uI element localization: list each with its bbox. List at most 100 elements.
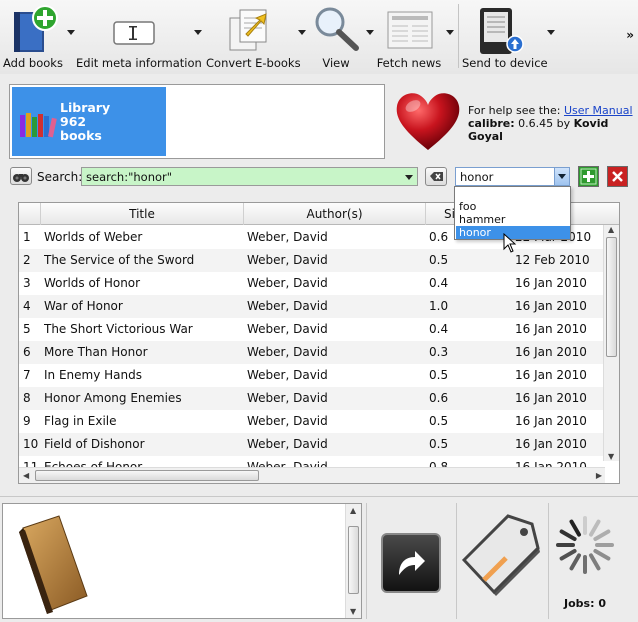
convert-dropdown-icon[interactable] — [298, 30, 306, 35]
add-books-button[interactable]: Add books — [0, 0, 66, 72]
cover-scroll-thumb[interactable] — [348, 526, 359, 594]
cell-author: Weber, David — [247, 299, 328, 313]
saved-search-dropdown-icon[interactable] — [554, 168, 569, 185]
row-number: 3 — [23, 276, 31, 290]
cell-size: 0.3 — [429, 345, 449, 359]
scroll-right-icon[interactable]: ▶ — [596, 471, 602, 480]
delete-search-button[interactable] — [607, 166, 628, 187]
send-to-device-dropdown-icon[interactable] — [547, 30, 555, 35]
row-number: 7 — [23, 368, 31, 382]
scroll-down-icon[interactable]: ▼ — [608, 452, 614, 461]
jump-to-book-button[interactable] — [381, 533, 441, 593]
library-text: Library 962 books — [60, 101, 110, 143]
row-number: 2 — [23, 253, 31, 267]
book-cover-panel: ▲ ▼ — [2, 503, 362, 619]
scroll-left-icon[interactable]: ◀ — [23, 471, 29, 480]
donate-heart-icon[interactable] — [393, 88, 463, 154]
pane-separator — [366, 503, 367, 619]
edit-meta-dropdown-icon[interactable] — [194, 30, 202, 35]
library-location[interactable]: Library 962 books — [12, 87, 166, 156]
column-header-size[interactable]: Si — [426, 203, 456, 225]
fetch-news-dropdown-icon[interactable] — [446, 30, 454, 35]
spinner-spoke — [559, 529, 577, 541]
help-prefix: For help see the: — [468, 104, 561, 117]
table-row[interactable]: 6 More Than Honor Weber, David 0.3 16 Jan 20… — [19, 341, 603, 364]
table-row[interactable]: 10 Field of Dishonor Weber, David 0.5 16 Jan… — [19, 433, 603, 456]
table-row[interactable]: 8 Honor Among Enemies Weber, David 0.6 16 Ja… — [19, 387, 603, 410]
convert-icon — [229, 9, 267, 51]
scroll-down-icon[interactable]: ▼ — [350, 607, 356, 616]
mouse-cursor-icon — [503, 233, 517, 253]
vertical-scroll-thumb[interactable] — [606, 237, 617, 357]
tag-icon[interactable] — [462, 506, 546, 602]
saved-search-select[interactable]: honor — [455, 167, 570, 186]
user-manual-link[interactable]: User Manual — [564, 104, 633, 117]
cell-date: 16 Jan 2010 — [515, 299, 587, 313]
search-history-dropdown-icon[interactable] — [405, 175, 413, 180]
add-book-icon — [14, 5, 58, 52]
spinner-spoke — [589, 519, 601, 537]
spinner-spoke — [569, 553, 581, 571]
edit-meta-button[interactable]: Edit meta information — [76, 0, 202, 72]
table-row[interactable]: 9 Flag in Exile Weber, David 0.5 16 Jan 2010 — [19, 410, 603, 433]
scroll-up-icon[interactable]: ▲ — [608, 225, 614, 234]
convert-ebooks-label: Convert E-books — [206, 56, 301, 70]
table-row[interactable]: 7 In Enemy Hands Weber, David 0.5 16 Jan 201… — [19, 364, 603, 387]
app-version: 0.6.45 by — [518, 117, 571, 130]
saved-search-option[interactable]: foo — [456, 200, 570, 213]
library-count-unit: books — [60, 128, 102, 143]
save-search-button[interactable] — [578, 166, 599, 187]
cell-title: War of Honor — [44, 299, 123, 313]
toolbar-separator — [458, 4, 459, 68]
cell-size: 0.5 — [429, 368, 449, 382]
library-count: 962 — [60, 114, 87, 129]
spinner-spoke — [559, 549, 577, 561]
jobs-counter[interactable]: Jobs: 0 — [553, 597, 617, 610]
cell-author: Weber, David — [247, 253, 328, 267]
clear-icon — [430, 172, 443, 181]
cell-author: Weber, David — [247, 391, 328, 405]
cell-size: 0.4 — [429, 276, 449, 290]
cell-size: 0.6 — [429, 391, 449, 405]
column-header-authors[interactable]: Author(s) — [244, 203, 426, 225]
magnifier-icon — [315, 7, 359, 51]
cell-author: Weber, David — [247, 322, 328, 336]
horizontal-scrollbar[interactable]: ◀ ▶ — [19, 467, 605, 483]
table-row[interactable]: 3 Worlds of Honor Weber, David 0.4 16 Jan 20… — [19, 272, 603, 295]
table-row[interactable]: 4 War of Honor Weber, David 1.0 16 Jan 2010 — [19, 295, 603, 318]
toolbar-overflow-button[interactable]: » — [626, 28, 634, 42]
busy-spinner-icon — [556, 516, 614, 574]
pane-separator — [456, 503, 457, 619]
row-number: 1 — [23, 230, 31, 244]
cell-author: Weber, David — [247, 368, 328, 382]
advanced-search-button[interactable] — [10, 167, 32, 185]
send-to-device-label: Send to device — [462, 56, 548, 70]
table-row[interactable]: 5 The Short Victorious War Weber, David 0.4… — [19, 318, 603, 341]
bottom-separator — [0, 496, 638, 497]
cell-title: Field of Dishonor — [44, 437, 145, 451]
search-value: search:"honor" — [86, 170, 173, 184]
send-to-device-button[interactable]: Send to device — [462, 0, 548, 72]
view-dropdown-icon[interactable] — [366, 30, 374, 35]
search-input[interactable]: search:"honor" — [81, 167, 418, 186]
scroll-up-icon[interactable]: ▲ — [350, 506, 356, 515]
cell-date: 16 Jan 2010 — [515, 414, 587, 428]
cell-size: 0.5 — [429, 253, 449, 267]
fetch-news-button[interactable]: Fetch news — [376, 0, 442, 72]
spinner-spoke — [593, 549, 611, 561]
view-button[interactable]: View — [308, 0, 364, 72]
cell-date: 12 Feb 2010 — [515, 253, 590, 267]
cell-title: The Service of the Sword — [44, 253, 195, 267]
cover-scrollbar[interactable]: ▲ ▼ — [345, 504, 361, 618]
row-number: 4 — [23, 299, 31, 313]
convert-ebooks-button[interactable]: Convert E-books — [206, 0, 301, 72]
delete-x-icon — [612, 171, 623, 182]
saved-search-option[interactable]: hammer — [456, 213, 570, 226]
column-header-title[interactable]: Title — [41, 203, 244, 225]
books-table[interactable]: Title Author(s) Si 1 Worlds of Weber Weber… — [18, 202, 620, 484]
horizontal-scroll-thumb[interactable] — [35, 470, 259, 481]
edit-meta-label: Edit meta information — [76, 56, 202, 70]
vertical-scrollbar[interactable]: ▲ ▼ — [603, 225, 619, 461]
add-books-dropdown-icon[interactable] — [67, 30, 75, 35]
clear-search-button[interactable] — [425, 167, 447, 186]
